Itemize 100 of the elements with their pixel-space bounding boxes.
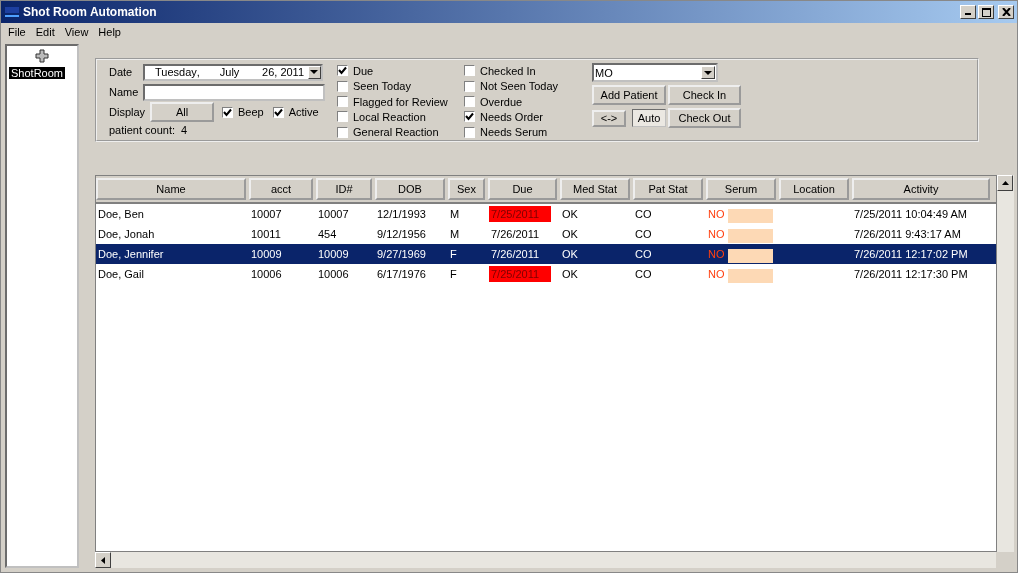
checkbox-label: General Reaction: [353, 126, 439, 139]
checkbox-label: Overdue: [480, 95, 523, 108]
column-header[interactable]: Pat Stat: [633, 178, 703, 200]
left-arrow-icon: [101, 556, 105, 564]
field-label: Name: [109, 86, 140, 98]
serum-bar: [728, 229, 773, 243]
column-header[interactable]: Due: [488, 178, 557, 200]
patient-count-label: patient count:: [109, 124, 176, 136]
checkbox[interactable]: [337, 111, 348, 123]
table-row[interactable]: Doe, Jonah 10011 454 9/12/1956 M 7/26/2011 OK CO NO 7/26/2011 9:43:17 AM: [96, 224, 996, 244]
dropdown-button[interactable]: [307, 65, 321, 79]
table-row[interactable]: Doe, Gail 10006 10006 6/17/1976 F 7/25/2011 OK CO NO 7/26/2011 12:17:30 PM: [96, 264, 996, 284]
column-header[interactable]: acct: [249, 178, 313, 200]
checkbox-label: Seen Today: [353, 80, 411, 93]
maximize-button[interactable]: [978, 5, 994, 19]
table-row[interactable]: Doe, Ben 10007 10007 12/1/1993 M 7/25/2011 OK CO NO 7/25/2011 10:04:49 AM: [96, 204, 996, 224]
up-arrow-icon: [1001, 181, 1009, 185]
table-cell: 7/26/2011 12:17:02 PM: [854, 248, 968, 260]
table-cell: OK: [562, 268, 578, 280]
table-cell: Doe, Ben: [98, 208, 144, 220]
checkbox[interactable]: [337, 96, 348, 107]
scroll-up-button[interactable]: [997, 175, 1013, 191]
menu-item[interactable]: Edit: [30, 26, 60, 38]
close-button[interactable]: [998, 5, 1014, 19]
checkbox-label: Not Seen Today: [480, 80, 559, 93]
caret-icon: [704, 70, 712, 75]
close-icon: [1001, 8, 1011, 16]
column-header[interactable]: Serum: [706, 178, 776, 200]
add-patient-button[interactable]: Add Patient: [592, 85, 666, 105]
table-cell: CO: [635, 268, 652, 280]
minimize-button[interactable]: [960, 5, 976, 19]
table-cell: OK: [562, 208, 578, 220]
table-cell: CO: [635, 208, 652, 220]
date-picker[interactable]: Tuesday, July 26, 2011: [143, 63, 323, 81]
table-cell-text: 7/26/2011: [490, 247, 541, 262]
column-header[interactable]: Location: [779, 178, 849, 200]
checkbox[interactable]: [337, 126, 348, 138]
sidebar-item[interactable]: ShotRoom: [9, 67, 65, 79]
table-cell: 9/27/1969: [377, 248, 426, 260]
column-header[interactable]: Activity: [852, 178, 990, 200]
checkbox[interactable]: [464, 126, 475, 138]
check-out-button[interactable]: Check Out: [668, 108, 741, 128]
maximize-icon: [981, 7, 991, 17]
checkmark-icon: [465, 112, 474, 122]
checkbox[interactable]: [464, 111, 475, 123]
vertical-scrollbar[interactable]: [997, 175, 1014, 552]
table-cell: Doe, Jonah: [98, 228, 155, 240]
serum-bar: [728, 249, 773, 263]
horizontal-scrollbar[interactable]: [95, 552, 996, 568]
checkbox-label: Flagged for Review: [353, 95, 448, 108]
checkbox[interactable]: [464, 65, 475, 77]
checkmark-icon: [273, 107, 283, 117]
table-cell: 454: [318, 228, 337, 240]
scroll-left-button[interactable]: [95, 552, 111, 568]
table-row[interactable]: Doe, Jennifer 10009 10009 9/27/1969 F 7/26/2011 OK CO NO 7/26/2011 12:17:02 PM: [96, 244, 996, 264]
checkbox[interactable]: [272, 106, 284, 118]
field-label: Date: [109, 66, 134, 78]
column-header[interactable]: Sex: [448, 178, 485, 200]
swap-button[interactable]: <->: [592, 109, 626, 127]
table-cell: 10009: [318, 248, 349, 260]
serum-bar: [728, 269, 773, 283]
checkbox[interactable]: [337, 80, 348, 92]
column-header[interactable]: Med Stat: [560, 178, 630, 200]
checkbox-label: Local Reaction: [353, 110, 426, 123]
table-cell: 7/26/2011 9:43:17 AM: [854, 228, 961, 240]
table-cell: 10009: [251, 248, 282, 260]
table-cell: 12/1/1993: [377, 208, 426, 220]
name-field[interactable]: [143, 83, 325, 101]
table-cell-text: NO: [708, 268, 726, 280]
table-cell: F: [450, 248, 457, 260]
checkmark-icon: [223, 107, 232, 117]
table-cell-text: NO: [708, 228, 726, 240]
checkbox[interactable]: [222, 106, 233, 118]
menu-item[interactable]: View: [59, 26, 94, 38]
table-cell: M: [450, 228, 460, 240]
all-button[interactable]: All: [150, 102, 214, 122]
table-cell: 7/25/2011: [489, 266, 551, 282]
table-cell: 10006: [251, 268, 282, 280]
table-cell: Doe, Gail: [98, 268, 144, 280]
menu-item[interactable]: File: [3, 26, 31, 38]
column-header[interactable]: ID#: [316, 178, 372, 200]
caret-icon: [310, 70, 319, 74]
column-header[interactable]: DOB: [375, 178, 445, 200]
checkbox[interactable]: [464, 80, 475, 92]
table-cell-text: 7/26/2011: [490, 227, 541, 242]
checkbox[interactable]: [337, 65, 348, 77]
table-cell-text: NO: [708, 248, 726, 260]
table-cell: 10006: [318, 268, 349, 280]
plus-icon[interactable]: [35, 49, 49, 63]
menu-item[interactable]: Help: [93, 26, 126, 38]
column-header[interactable]: Name: [96, 178, 246, 200]
table-cell: 7/25/2011 10:04:49 AM: [854, 208, 967, 220]
check-in-button[interactable]: Check In: [668, 85, 741, 105]
location-select[interactable]: MO: [592, 63, 718, 82]
auto-button[interactable]: Auto: [632, 109, 666, 127]
checkbox[interactable]: [464, 96, 475, 107]
patient-count: 4: [181, 124, 188, 136]
table-cell: 6/17/1976: [377, 268, 426, 280]
checkbox-label: Checked In: [480, 64, 536, 77]
table-cell: CO: [635, 228, 652, 240]
